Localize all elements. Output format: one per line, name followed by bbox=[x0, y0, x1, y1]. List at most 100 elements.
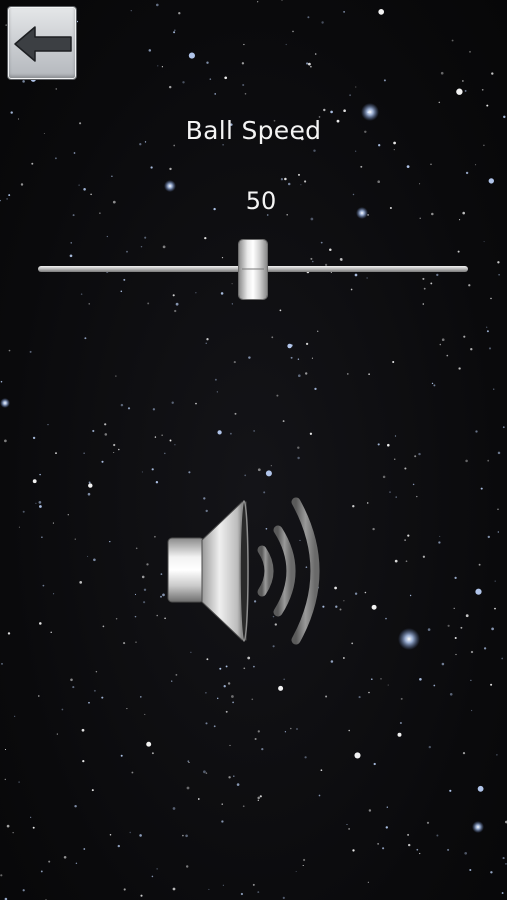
star bbox=[203, 770, 206, 774]
star bbox=[377, 443, 380, 446]
star bbox=[371, 604, 377, 610]
star bbox=[104, 423, 107, 426]
star bbox=[135, 641, 137, 643]
star bbox=[368, 809, 372, 812]
star bbox=[32, 479, 37, 484]
star bbox=[441, 662, 445, 666]
star bbox=[171, 401, 174, 404]
star bbox=[101, 696, 104, 699]
star bbox=[61, 708, 64, 711]
star bbox=[233, 361, 236, 364]
star bbox=[225, 710, 228, 713]
star bbox=[370, 678, 373, 681]
star bbox=[41, 536, 43, 539]
star bbox=[475, 430, 478, 433]
star bbox=[243, 43, 245, 46]
star bbox=[330, 110, 333, 114]
star bbox=[229, 744, 231, 746]
star bbox=[254, 737, 257, 741]
settings-screen: Ball Speed 50 bbox=[0, 0, 507, 900]
star bbox=[4, 778, 6, 781]
star bbox=[501, 892, 504, 894]
star bbox=[438, 541, 441, 544]
star bbox=[67, 514, 69, 516]
star bbox=[87, 492, 91, 496]
star bbox=[283, 678, 286, 681]
star bbox=[346, 373, 349, 375]
star bbox=[465, 459, 468, 463]
star bbox=[52, 522, 54, 524]
star bbox=[127, 407, 131, 410]
star bbox=[496, 754, 498, 756]
star bbox=[72, 214, 75, 217]
star bbox=[232, 701, 234, 704]
star bbox=[302, 864, 304, 867]
star bbox=[144, 713, 146, 715]
star bbox=[56, 733, 58, 735]
star bbox=[252, 883, 255, 886]
star bbox=[351, 642, 354, 645]
sound-toggle-button[interactable] bbox=[162, 488, 344, 648]
star bbox=[75, 862, 78, 865]
star bbox=[440, 71, 444, 75]
star bbox=[480, 487, 483, 490]
star bbox=[131, 771, 134, 774]
star bbox=[389, 491, 391, 493]
star bbox=[241, 62, 245, 65]
star bbox=[129, 831, 131, 834]
star bbox=[404, 467, 407, 470]
star bbox=[463, 335, 466, 338]
star bbox=[394, 435, 397, 437]
star bbox=[486, 104, 489, 107]
star bbox=[459, 219, 461, 221]
star bbox=[382, 475, 386, 479]
star bbox=[483, 647, 487, 650]
star bbox=[380, 678, 382, 680]
star bbox=[205, 342, 207, 344]
star bbox=[368, 373, 370, 375]
star bbox=[115, 618, 118, 620]
star bbox=[50, 631, 52, 634]
star bbox=[106, 235, 108, 238]
star bbox=[0, 874, 3, 877]
star bbox=[389, 206, 392, 210]
star bbox=[102, 625, 105, 628]
star bbox=[231, 695, 234, 698]
star bbox=[486, 326, 488, 328]
star bbox=[205, 722, 208, 725]
star bbox=[259, 795, 262, 798]
star bbox=[233, 775, 235, 777]
star bbox=[12, 832, 14, 834]
ball-speed-slider[interactable] bbox=[38, 240, 468, 300]
star bbox=[38, 501, 42, 504]
star bbox=[465, 171, 469, 175]
star bbox=[144, 236, 147, 239]
star bbox=[502, 857, 505, 860]
back-button[interactable] bbox=[8, 7, 76, 79]
star bbox=[175, 674, 178, 676]
star bbox=[156, 614, 158, 617]
star bbox=[197, 798, 200, 800]
star bbox=[205, 772, 208, 774]
star bbox=[278, 685, 284, 691]
star bbox=[109, 540, 111, 543]
star bbox=[475, 588, 482, 595]
star bbox=[470, 348, 473, 351]
star bbox=[208, 888, 210, 890]
star bbox=[0, 380, 3, 383]
star bbox=[91, 789, 94, 792]
star bbox=[38, 695, 40, 697]
star bbox=[112, 200, 116, 204]
slider-thumb[interactable] bbox=[239, 240, 267, 299]
star bbox=[475, 164, 477, 166]
star bbox=[354, 592, 358, 595]
star bbox=[314, 387, 317, 391]
star bbox=[310, 65, 312, 68]
star bbox=[8, 194, 11, 197]
star bbox=[147, 302, 150, 305]
star bbox=[204, 236, 207, 240]
star bbox=[378, 9, 385, 15]
star bbox=[93, 558, 96, 562]
star bbox=[314, 53, 317, 55]
star bbox=[433, 684, 436, 687]
